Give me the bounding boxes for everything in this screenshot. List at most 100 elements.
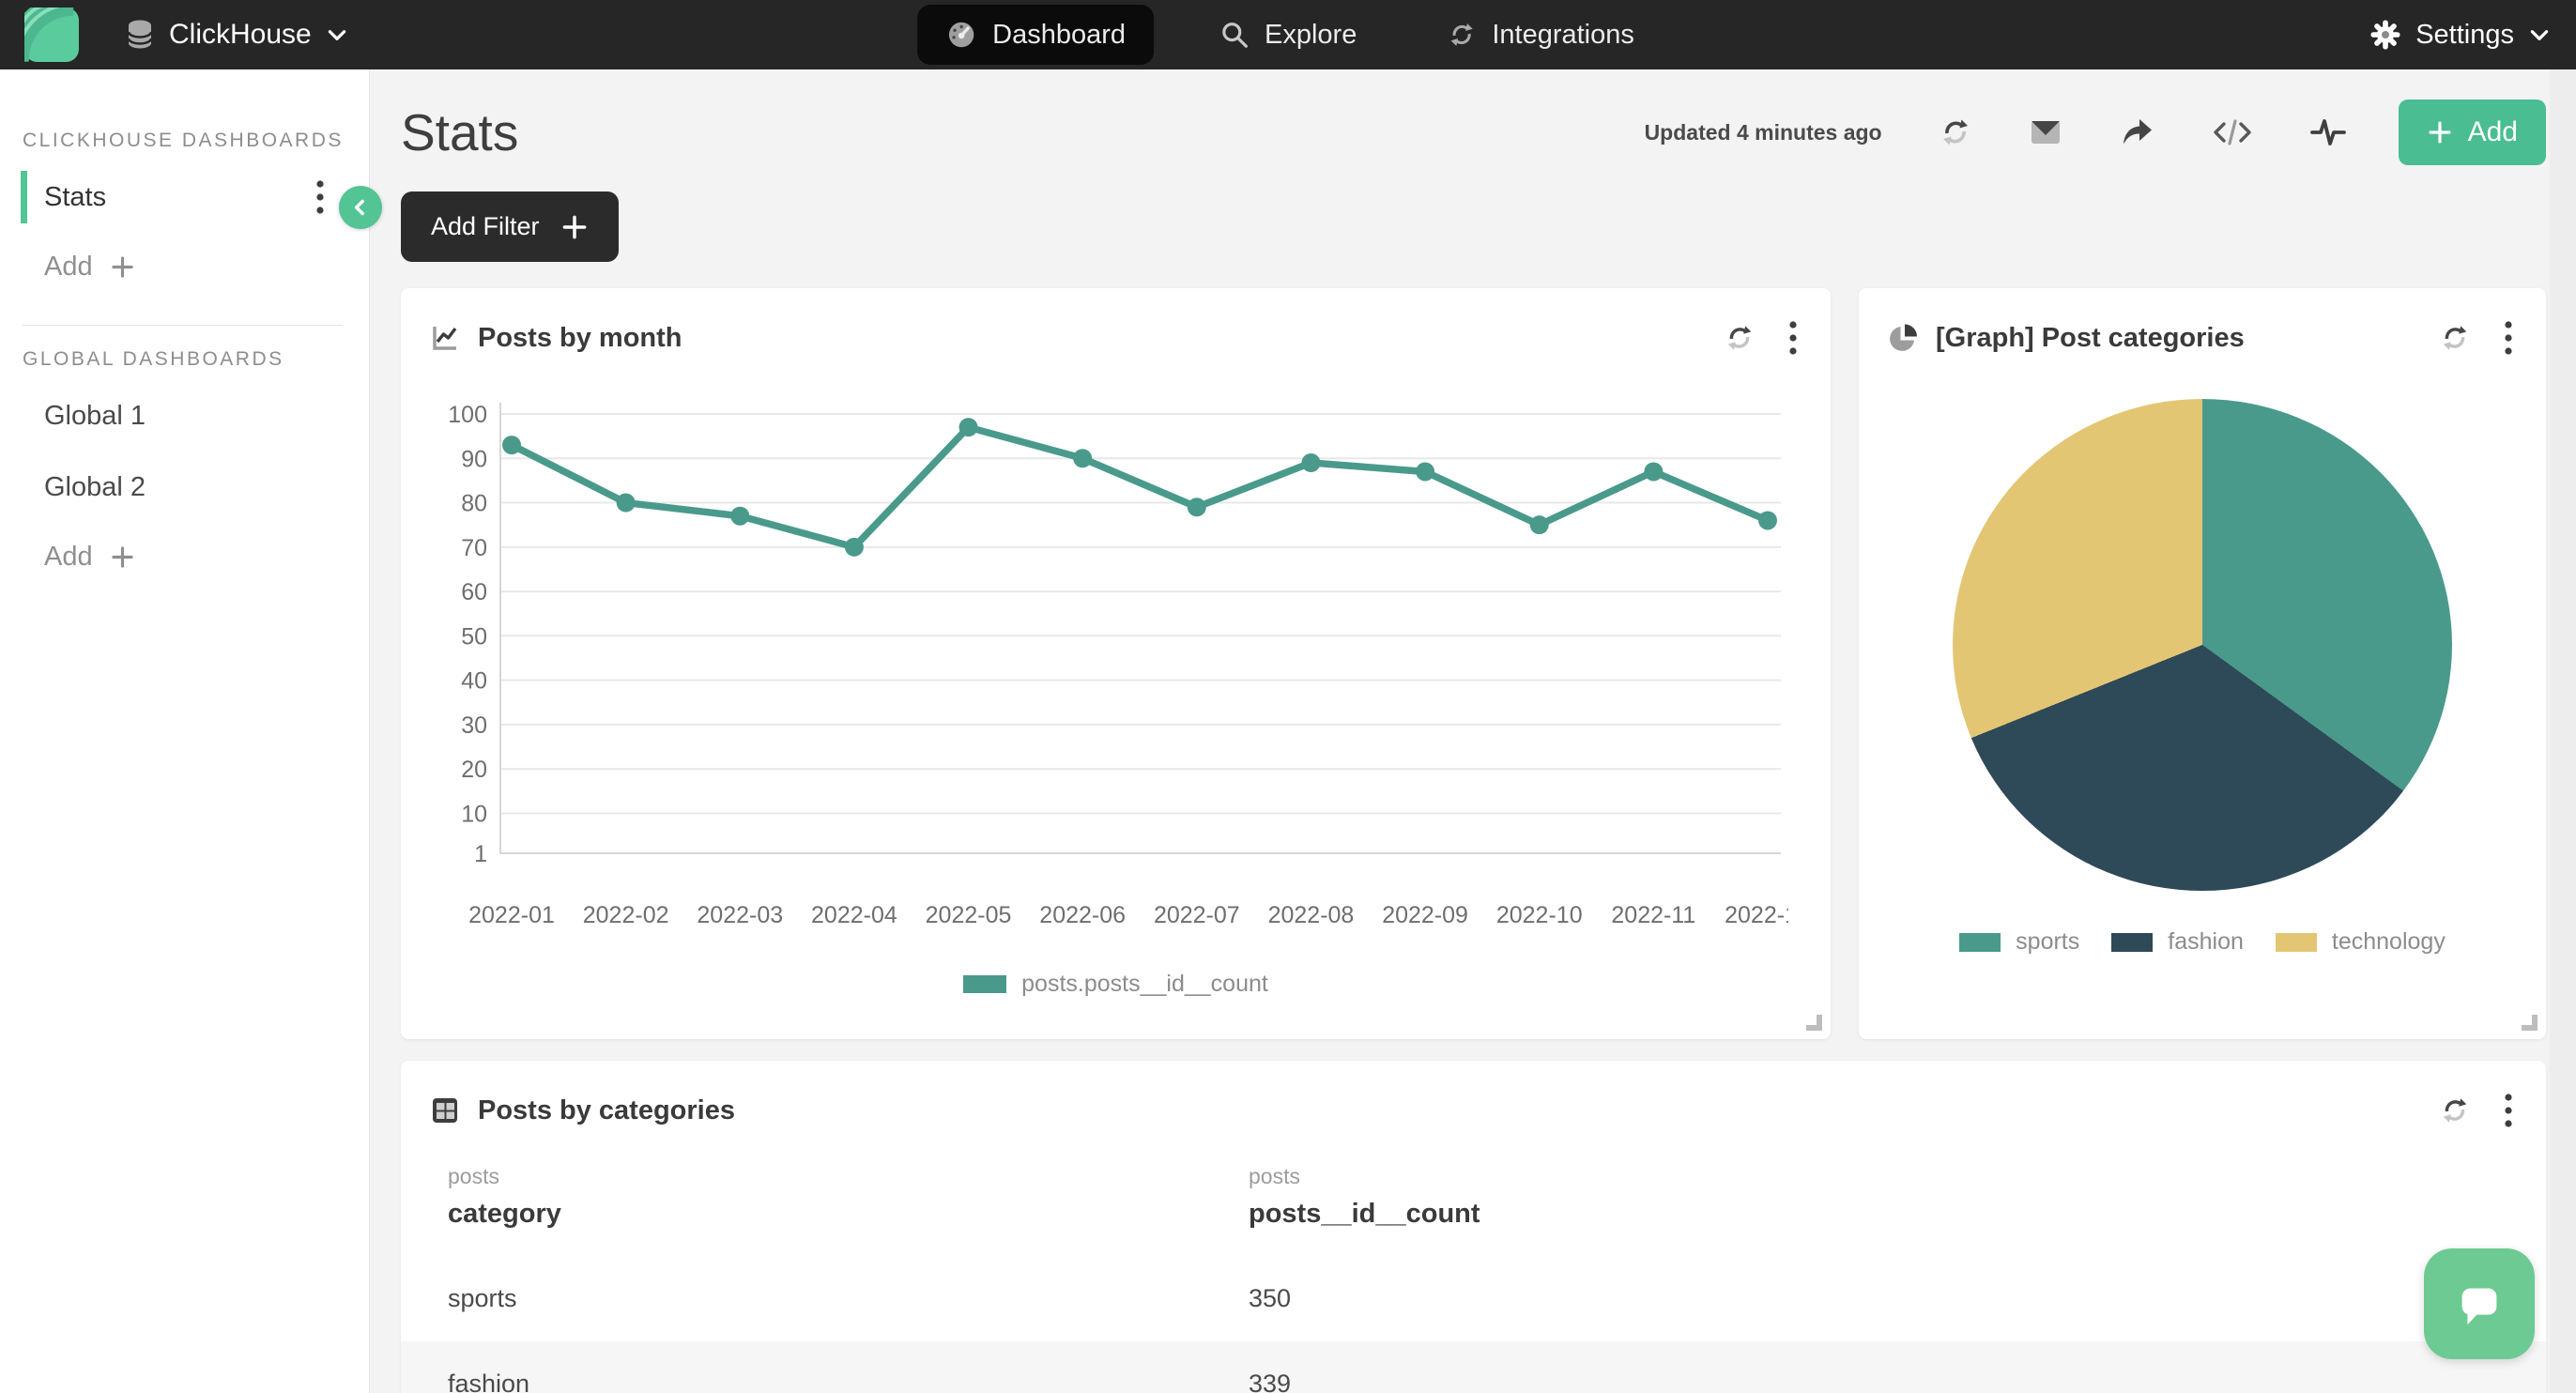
card-menu-button[interactable] — [1784, 314, 1802, 361]
scrollbar-track[interactable] — [2550, 69, 2576, 1393]
plus-icon — [110, 544, 135, 570]
table-row: sports350 — [401, 1256, 2546, 1341]
svg-text:10: 10 — [461, 801, 487, 827]
add-widget-button[interactable]: Add — [2399, 100, 2546, 165]
svg-text:2022-07: 2022-07 — [1154, 902, 1240, 928]
legend-item[interactable]: posts.posts__id__count — [963, 971, 1268, 998]
add-filter-button[interactable]: Add Filter — [401, 191, 619, 262]
chevron-down-icon — [2527, 23, 2552, 47]
sidebar-item-label: Stats — [44, 182, 106, 213]
kebab-menu-icon[interactable] — [314, 177, 326, 217]
svg-text:30: 30 — [461, 712, 487, 739]
chevron-down-icon — [325, 23, 349, 47]
card-title: Posts by month — [478, 323, 682, 354]
email-report-button[interactable] — [2023, 113, 2068, 152]
workspace-switcher[interactable]: ClickHouse — [124, 18, 349, 52]
table-cell: 350 — [1249, 1284, 2499, 1313]
card-title: [Graph] Post categories — [1936, 323, 2245, 354]
settings-label: Settings — [2415, 20, 2514, 51]
refresh-icon — [1724, 322, 1756, 354]
sidebar-collapse-button[interactable] — [339, 186, 382, 229]
table-icon — [429, 1094, 461, 1126]
legend-swatch — [2276, 933, 2317, 952]
line-chart-canvas: 11020304050607080901002022-012022-022022… — [401, 378, 1831, 971]
mail-icon — [2027, 116, 2064, 148]
topbar: ClickHouse Dashboard Explore — [0, 0, 2576, 69]
table-cell: fashion — [448, 1370, 1249, 1393]
svg-text:2022-08: 2022-08 — [1268, 902, 1355, 928]
gear-icon — [2369, 18, 2402, 52]
chat-launcher-button[interactable] — [2424, 1248, 2535, 1359]
pie-legend-item[interactable]: technology — [2276, 928, 2446, 956]
add-widget-label: Add — [2468, 116, 2518, 148]
column-group-label: posts — [1249, 1164, 2499, 1189]
legend-label: posts.posts__id__count — [1021, 971, 1268, 998]
chevron-left-icon — [348, 195, 373, 220]
dashboard-toolbar: Updated 4 minutes ago — [1645, 100, 2546, 165]
sidebar-item-global-1[interactable]: Global 1 — [0, 380, 369, 452]
refresh-icon — [1939, 115, 1972, 149]
svg-text:60: 60 — [461, 579, 487, 605]
sidebar-item-label: Global 2 — [44, 472, 146, 503]
table-card: Posts by categories — [401, 1061, 2546, 1393]
kebab-menu-icon — [1787, 318, 1799, 358]
svg-text:2022-12: 2022-12 — [1725, 902, 1788, 928]
table-column-header[interactable]: postscategory — [448, 1164, 1249, 1256]
svg-text:20: 20 — [461, 757, 487, 783]
sidebar-item-global-2[interactable]: Global 2 — [0, 452, 369, 523]
svg-text:2022-01: 2022-01 — [468, 902, 555, 928]
svg-text:1: 1 — [474, 841, 487, 867]
share-arrow-icon — [2119, 116, 2156, 148]
plus-icon — [2427, 119, 2453, 145]
app-logo-icon[interactable] — [24, 8, 79, 62]
workspace-name: ClickHouse — [169, 19, 312, 51]
tab-explore[interactable]: Explore — [1195, 6, 1381, 65]
svg-text:100: 100 — [448, 402, 487, 428]
sidebar-item-label: Global 1 — [44, 401, 146, 432]
column-field-label: posts__id__count — [1249, 1199, 2499, 1256]
kebab-menu-icon — [2503, 1091, 2514, 1130]
legend-swatch — [963, 975, 1006, 993]
tab-dashboard[interactable]: Dashboard — [917, 5, 1154, 65]
svg-text:70: 70 — [461, 535, 487, 561]
embed-code-button[interactable] — [2207, 113, 2258, 152]
refresh-button[interactable] — [1935, 112, 1976, 153]
sidebar-item-stats[interactable]: Stats — [0, 161, 369, 233]
table-cell: 339 — [1249, 1370, 2499, 1393]
legend-swatch — [1959, 933, 2001, 952]
main-content: Stats Updated 4 minutes ago — [370, 69, 2576, 1393]
share-button[interactable] — [2115, 113, 2160, 152]
tab-integrations[interactable]: Integrations — [1422, 6, 1659, 65]
legend-label: fashion — [2168, 928, 2244, 956]
card-menu-button[interactable] — [2499, 314, 2518, 361]
add-label: Add — [44, 252, 93, 283]
activity-button[interactable] — [2305, 113, 2352, 152]
table-row: fashion339 — [401, 1341, 2546, 1393]
resize-handle[interactable] — [1806, 1015, 1822, 1031]
pie-legend-item[interactable]: sports — [1959, 928, 2079, 956]
resize-handle[interactable] — [2522, 1015, 2538, 1031]
svg-text:40: 40 — [461, 668, 487, 695]
table-column-header[interactable]: posts posts__id__count — [1249, 1164, 2499, 1256]
card-menu-button[interactable] — [2499, 1087, 2518, 1134]
legend-label: sports — [2016, 928, 2079, 956]
sidebar-section-title: GLOBAL DASHBOARDS — [23, 348, 369, 371]
add-global-dashboard-button[interactable]: Add — [0, 523, 369, 590]
table-header-row: postscategoryposts posts__id__count — [401, 1151, 2546, 1256]
pie-legend-item[interactable]: fashion — [2111, 928, 2244, 956]
add-dashboard-button[interactable]: Add — [0, 233, 369, 300]
sidebar-divider — [23, 325, 343, 326]
add-label: Add — [44, 542, 93, 573]
card-refresh-button[interactable] — [2435, 1091, 2475, 1130]
refresh-icon — [2439, 322, 2471, 354]
card-refresh-button[interactable] — [2435, 318, 2475, 358]
svg-text:2022-03: 2022-03 — [697, 902, 783, 928]
card-refresh-button[interactable] — [1720, 318, 1759, 358]
svg-text:2022-06: 2022-06 — [1039, 902, 1126, 928]
tab-label: Integrations — [1492, 20, 1634, 51]
column-field-label: category — [448, 1199, 1249, 1256]
svg-text:2022-04: 2022-04 — [811, 902, 897, 928]
plus-icon — [110, 254, 135, 280]
chat-bubble-icon — [2450, 1275, 2508, 1333]
settings-menu[interactable]: Settings — [2369, 18, 2552, 52]
